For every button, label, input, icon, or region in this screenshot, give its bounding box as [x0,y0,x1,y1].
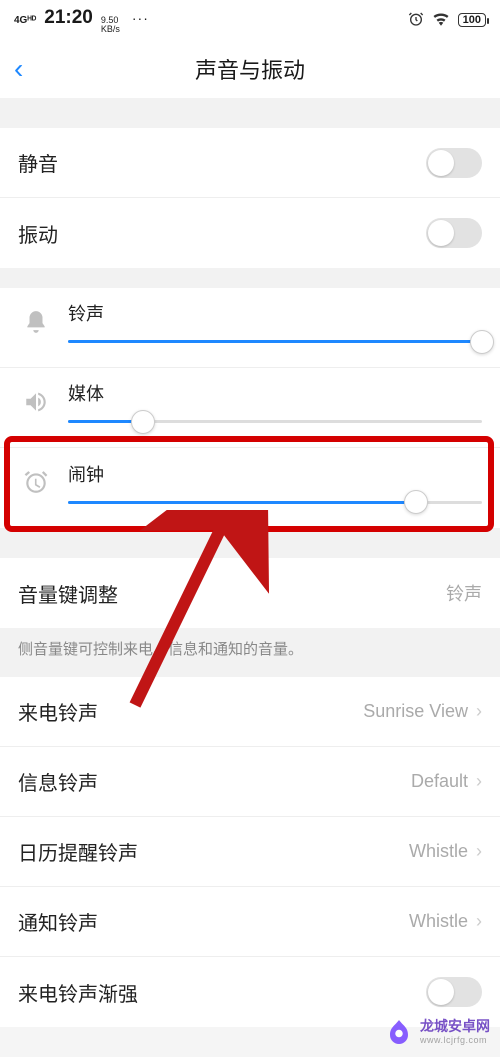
alarm-slider-label: 闹钟 [68,461,482,487]
clock: 21:20 [44,7,93,29]
chevron-right-icon: › [476,841,482,862]
mute-row[interactable]: 静音 [0,128,500,198]
status-left: 4Gᴴᴰ 21:20 9.50KB/s ··· [14,7,149,34]
calendar-ringtone-label: 日历提醒铃声 [18,837,138,866]
title-bar: ‹ 声音与振动 [0,40,500,98]
section-gap [0,268,500,288]
media-slider-row: 媒体 [0,368,500,448]
bell-icon [18,309,54,335]
media-slider-label: 媒体 [68,380,482,406]
vibrate-toggle[interactable] [426,218,482,248]
back-button[interactable]: ‹ [14,53,23,85]
message-ringtone-row[interactable]: 信息铃声 Default › [0,747,500,817]
section-gap [0,528,500,558]
more-icon: ··· [132,10,149,26]
alarm-icon [408,11,424,30]
volume-key-desc: 侧音量键可控制来电、信息和通知的音量。 [0,628,500,677]
chevron-right-icon: › [476,701,482,722]
ringtone-slider-label: 铃声 [68,300,482,326]
section-gap [0,98,500,128]
calendar-ringtone-row[interactable]: 日历提醒铃声 Whistle › [0,817,500,887]
volume-key-label: 音量键调整 [18,579,118,608]
volume-key-row[interactable]: 音量键调整 铃声 [0,558,500,628]
vibrate-row[interactable]: 振动 [0,198,500,268]
page-title: 声音与振动 [195,53,305,85]
ringtone-slider[interactable] [68,340,482,343]
notification-ringtone-value: Whistle [409,911,468,932]
message-ringtone-label: 信息铃声 [18,767,98,796]
calendar-ringtone-value: Whistle [409,841,468,862]
message-ringtone-value: Default [411,771,468,792]
mute-label: 静音 [18,148,58,177]
network-indicator: 4Gᴴᴰ [14,15,36,26]
watermark-url: www.lcjrfg.com [420,1035,490,1045]
chevron-right-icon: › [476,771,482,792]
mute-toggle[interactable] [426,148,482,178]
data-speed: 9.50KB/s [101,16,120,34]
ascending-ringtone-label: 来电铃声渐强 [18,978,138,1007]
notification-ringtone-row[interactable]: 通知铃声 Whistle › [0,887,500,957]
battery-indicator: 100 [458,13,486,27]
ascending-ringtone-toggle[interactable] [426,977,482,1007]
speaker-icon [18,389,54,415]
incoming-ringtone-row[interactable]: 来电铃声 Sunrise View › [0,677,500,747]
wifi-icon [432,12,450,29]
incoming-ringtone-label: 来电铃声 [18,697,98,726]
status-bar: 4Gᴴᴰ 21:20 9.50KB/s ··· 100 [0,0,500,40]
ringtone-slider-row: 铃声 [0,288,500,368]
status-right: 100 [408,11,486,30]
alarm-clock-icon [18,469,54,495]
incoming-ringtone-value: Sunrise View [363,701,468,722]
vibrate-label: 振动 [18,219,58,248]
volume-key-value: 铃声 [446,580,482,606]
notification-ringtone-label: 通知铃声 [18,907,98,936]
chevron-right-icon: › [476,911,482,932]
alarm-slider[interactable] [68,501,482,504]
media-slider[interactable] [68,420,482,423]
alarm-slider-row: 闹钟 [0,448,500,528]
watermark: 龙城安卓网 www.lcjrfg.com [384,1017,490,1047]
watermark-logo-icon [384,1017,414,1047]
watermark-brand: 龙城安卓网 [420,1019,490,1034]
